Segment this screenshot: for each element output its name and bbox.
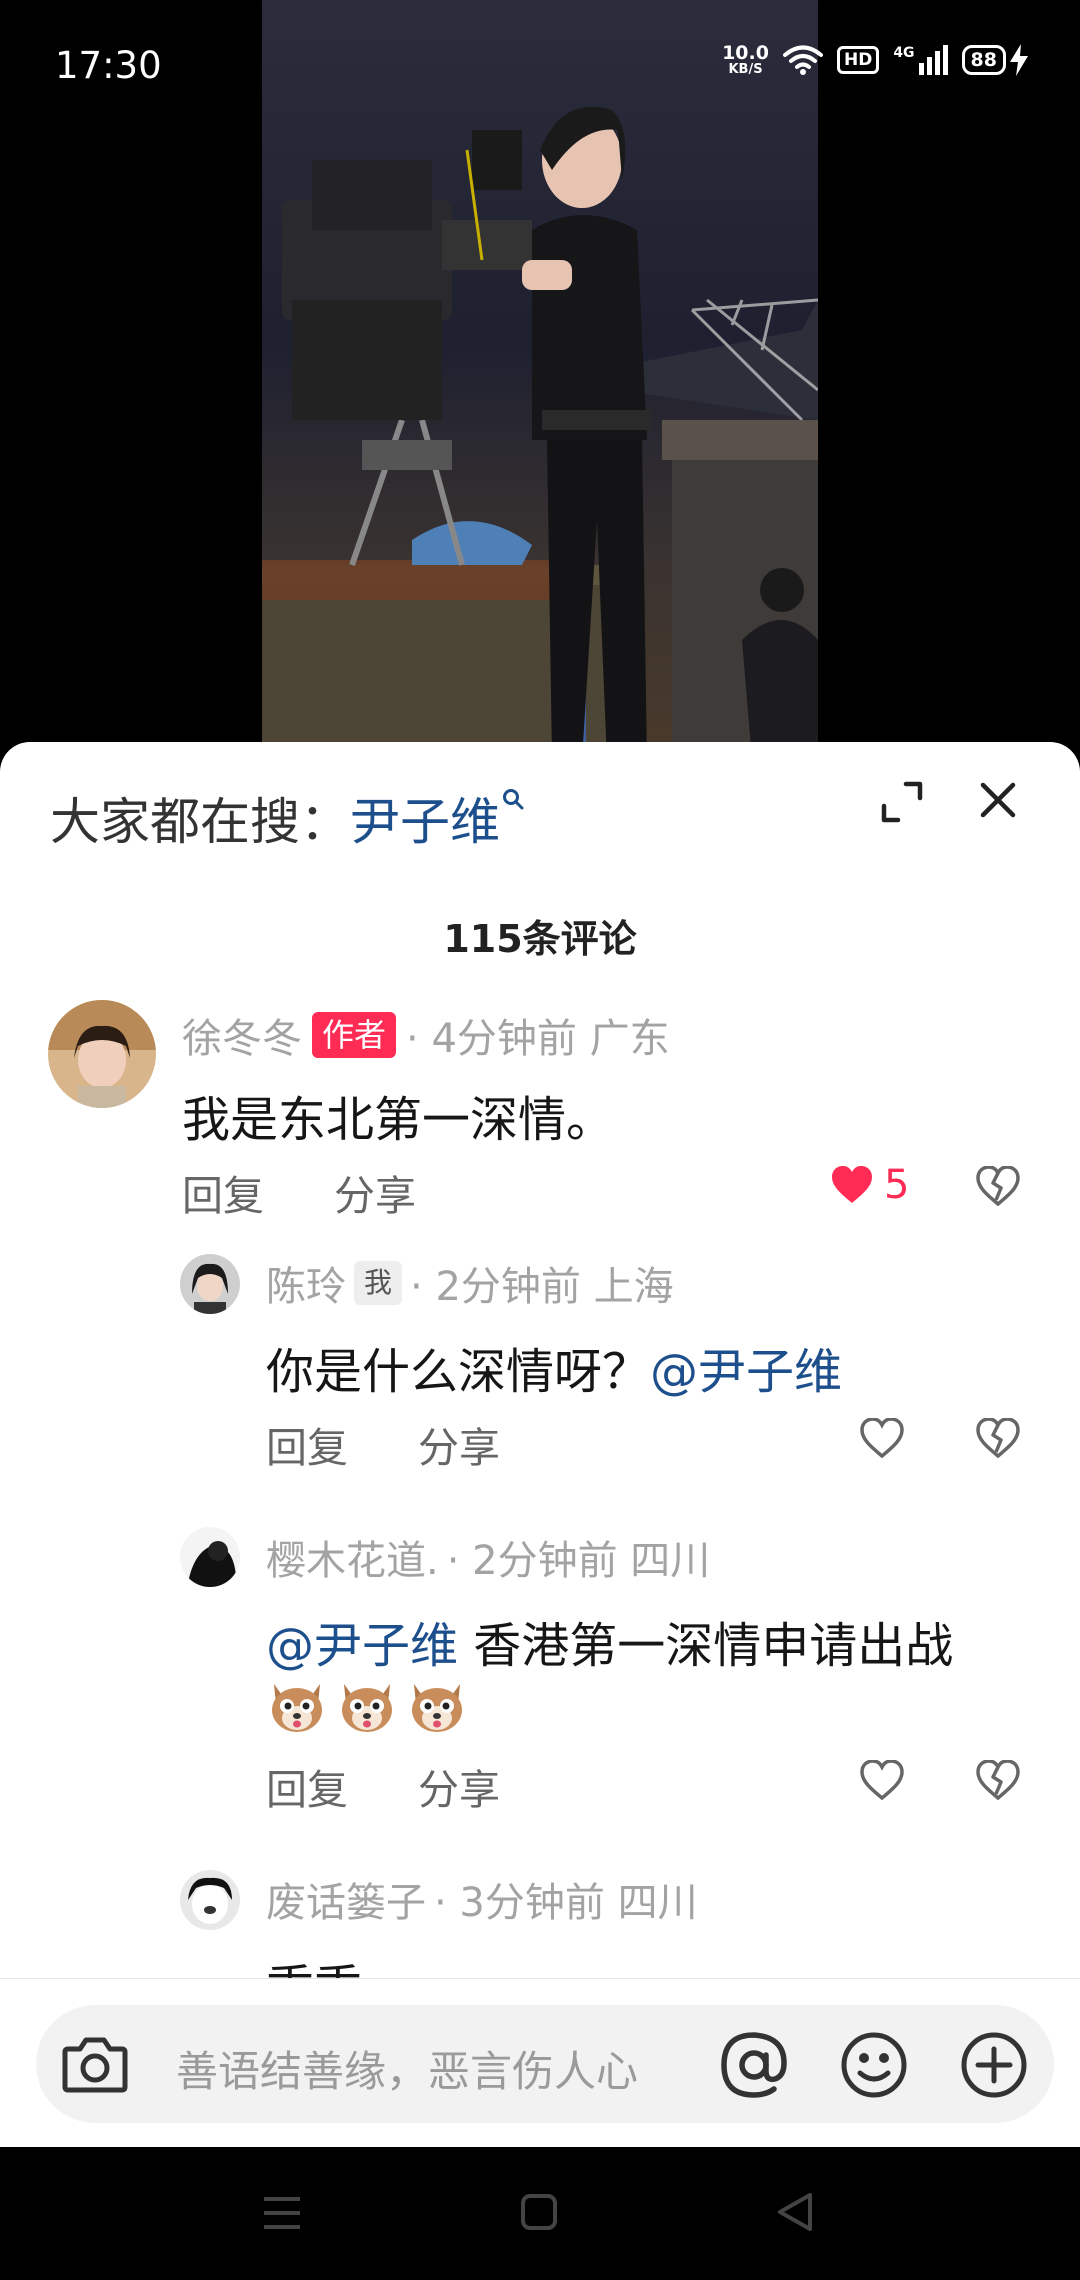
comment-meta: · 3分钟前 四川 <box>434 1880 698 1926</box>
author-badge: 作者 <box>312 1012 397 1058</box>
signal-bars-icon <box>918 45 948 75</box>
avatar[interactable] <box>180 1870 240 1930</box>
comment-meta: · 2分钟前 四川 <box>446 1538 711 1584</box>
cellular-signal-icon: 4G <box>893 45 948 75</box>
dog-emoji-icon <box>272 1684 322 1732</box>
reply-button[interactable]: 回复 <box>266 1756 348 1816</box>
home-icon[interactable] <box>520 2193 558 2231</box>
search-suggestion-term[interactable]: 尹子维 <box>350 782 500 854</box>
avatar[interactable] <box>180 1254 240 1314</box>
heart-filled-icon <box>832 1166 872 1203</box>
broken-heart-icon[interactable] <box>976 1418 1020 1458</box>
heart-outline-icon[interactable] <box>860 1418 904 1458</box>
comment-text[interactable]: 我是东北第一深情。 <box>182 1080 614 1150</box>
comment-author-name[interactable]: 徐冬冬 <box>182 1006 302 1064</box>
mention-link[interactable]: @尹子维 <box>266 1618 458 1674</box>
emoji-row <box>266 1674 468 1736</box>
battery-level: 88 <box>961 45 1006 75</box>
at-mention-icon[interactable] <box>720 2031 788 2099</box>
comment-author-name[interactable]: 废话篓子 <box>266 1870 426 1928</box>
wifi-icon <box>782 45 823 75</box>
network-type: 4G <box>893 45 915 61</box>
menu-icon[interactable] <box>262 2195 302 2231</box>
comment-text[interactable]: 你是什么深情呀？@尹子维 <box>266 1332 842 1402</box>
system-nav-bar <box>0 2147 1080 2280</box>
status-icons: 10.0 KB/S HD 4G 88 <box>722 44 1028 76</box>
reply-button[interactable]: 回复 <box>182 1162 264 1222</box>
charging-icon <box>1010 44 1028 76</box>
dog-emoji-icon <box>412 1684 462 1732</box>
status-bar: 17:30 10.0 KB/S HD 4G 88 <box>0 0 1080 130</box>
broken-heart-icon[interactable] <box>976 1166 1020 1206</box>
search-suggestion-prefix: 大家都在搜： <box>50 793 350 851</box>
dog-emoji-icon <box>342 1684 392 1732</box>
camera-icon[interactable] <box>62 2033 128 2095</box>
comment-author-name[interactable]: 陈玲 <box>266 1254 346 1312</box>
like-count: 5 <box>884 1162 910 1208</box>
hd-badge: HD <box>836 46 880 74</box>
share-button[interactable]: 分享 <box>334 1162 416 1222</box>
network-speed-value: 10.0 <box>722 42 769 64</box>
expand-icon[interactable] <box>880 780 924 824</box>
avatar[interactable] <box>180 1527 240 1587</box>
comment-body: 你是什么深情呀？ <box>266 1344 651 1400</box>
broken-heart-icon[interactable] <box>976 1760 1020 1800</box>
search-icon <box>503 789 524 810</box>
comment-author-name[interactable]: 樱木花道. <box>266 1528 439 1586</box>
mention-link[interactable]: @尹子维 <box>650 1344 842 1400</box>
comment-sheet: 大家都在搜： 尹子维 115条评论 徐冬冬 作者 · 4分钟前 广东 我是东北第… <box>0 742 1080 2147</box>
comment-count: 115条评论 <box>443 917 637 961</box>
comment-meta: · 4分钟前 广东 <box>406 1016 670 1062</box>
share-button[interactable]: 分享 <box>418 1756 500 1816</box>
comment-text[interactable]: @尹子维 香港第一深情申请出战 <box>266 1606 953 1676</box>
share-button[interactable]: 分享 <box>418 1414 500 1474</box>
network-speed: 10.0 KB/S <box>722 42 769 77</box>
heart-outline-icon[interactable] <box>860 1760 904 1800</box>
close-icon[interactable] <box>978 780 1018 820</box>
status-time: 17:30 <box>55 44 162 87</box>
search-suggestion[interactable]: 大家都在搜： 尹子维 <box>50 782 524 854</box>
comment-input-bar: 善语结善缘，恶言伤人心 <box>0 1978 1080 2148</box>
comment-input[interactable]: 善语结善缘，恶言伤人心 <box>36 2005 1054 2123</box>
comment-meta: · 2分钟前 上海 <box>410 1264 674 1310</box>
comment-input-placeholder[interactable]: 善语结善缘，恶言伤人心 <box>176 2038 638 2099</box>
avatar[interactable] <box>48 1000 156 1108</box>
like-button[interactable]: 5 <box>830 1162 909 1208</box>
reply-button[interactable]: 回复 <box>266 1414 348 1474</box>
battery-indicator: 88 <box>961 44 1028 76</box>
back-icon[interactable] <box>776 2191 814 2233</box>
network-speed-unit: KB/S <box>728 62 763 77</box>
me-badge: 我 <box>354 1261 403 1305</box>
add-icon[interactable] <box>960 2031 1028 2099</box>
emoji-icon[interactable] <box>840 2031 908 2099</box>
comment-body: 香港第一深情申请出战 <box>458 1618 954 1674</box>
